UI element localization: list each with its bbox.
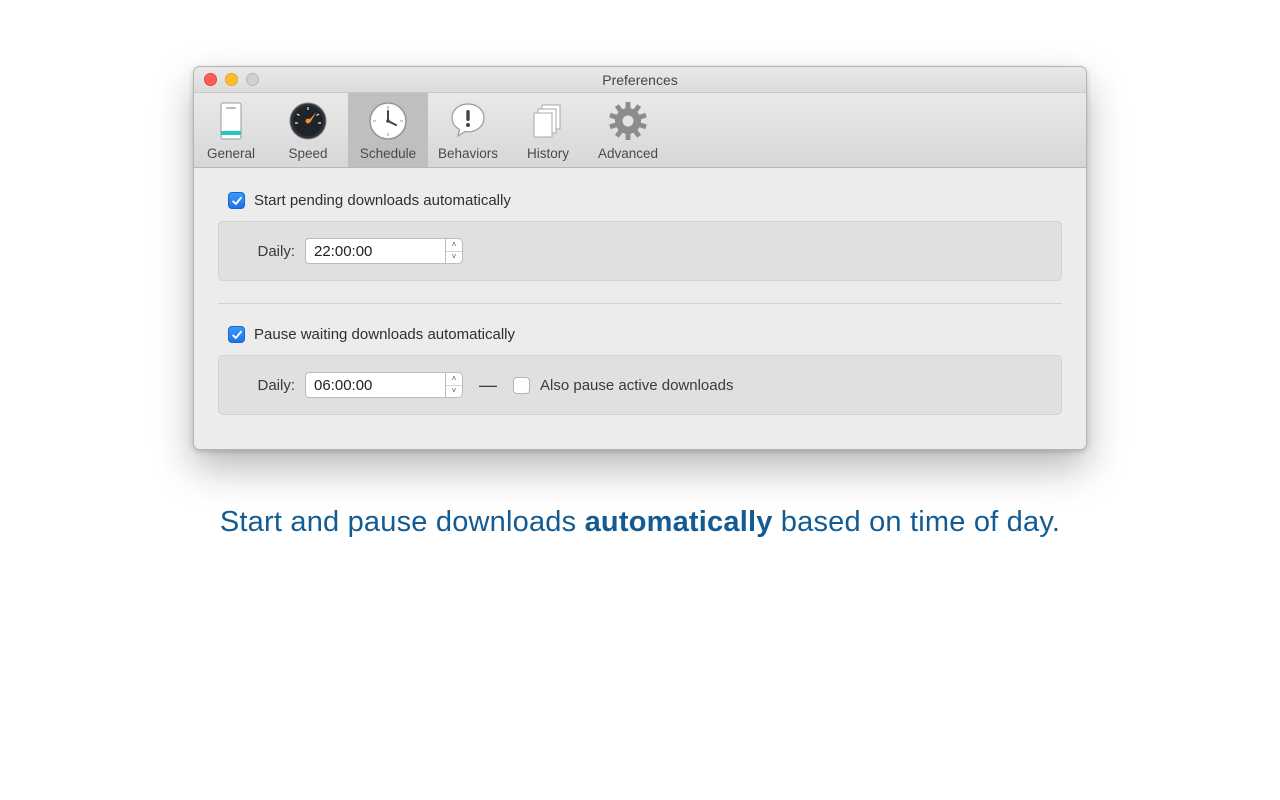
pause-waiting-label: Pause waiting downloads automatically: [254, 326, 515, 343]
caption-post: based on time of day.: [773, 506, 1061, 538]
exclamation-bubble-icon: [446, 99, 490, 143]
tab-history[interactable]: History: [508, 93, 588, 167]
stepper-up-icon[interactable]: ˄: [446, 239, 462, 252]
minimize-window-button[interactable]: [225, 73, 238, 86]
start-pending-checkbox-row[interactable]: Start pending downloads automatically: [228, 192, 1062, 209]
pause-waiting-checkbox-row[interactable]: Pause waiting downloads automatically: [228, 326, 1062, 343]
preferences-toolbar: General Speed: [194, 93, 1086, 168]
tab-speed[interactable]: Speed: [268, 93, 348, 167]
also-pause-checkbox[interactable]: [513, 377, 530, 394]
tab-label: Advanced: [598, 146, 658, 161]
stepper-down-icon[interactable]: ˅: [446, 386, 462, 398]
pause-waiting-checkbox[interactable]: [228, 326, 245, 343]
close-window-button[interactable]: [204, 73, 217, 86]
general-icon: [209, 99, 253, 143]
pause-time-stepper[interactable]: ˄ ˅: [445, 372, 463, 398]
tab-label: Behaviors: [438, 146, 498, 161]
tab-label: Speed: [288, 146, 327, 161]
documents-icon: [526, 99, 570, 143]
pause-section: Pause waiting downloads automatically Da…: [218, 326, 1062, 415]
start-inset: Daily: 22:00:00 ˄ ˅: [218, 221, 1062, 281]
caption-pre: Start and pause downloads: [220, 506, 585, 538]
start-time-field[interactable]: 22:00:00: [305, 238, 445, 264]
separator: [218, 303, 1062, 304]
stepper-up-icon[interactable]: ˄: [446, 373, 462, 386]
tab-label: History: [527, 146, 569, 161]
pause-inset: Daily: 06:00:00 ˄ ˅ — Also pause active …: [218, 355, 1062, 415]
zoom-window-button[interactable]: [246, 73, 259, 86]
preferences-window: Preferences General: [193, 66, 1087, 450]
stepper-down-icon[interactable]: ˅: [446, 252, 462, 264]
also-pause-label: Also pause active downloads: [540, 377, 733, 394]
marketing-caption: Start and pause downloads automatically …: [220, 506, 1060, 539]
tab-behaviors[interactable]: Behaviors: [428, 93, 508, 167]
tab-label: General: [207, 146, 255, 161]
tab-schedule[interactable]: Schedule: [348, 93, 428, 167]
tab-general[interactable]: General: [194, 93, 268, 167]
speed-icon: [286, 99, 330, 143]
pause-time-input[interactable]: 06:00:00 ˄ ˅: [305, 372, 463, 398]
caption-bold: automatically: [585, 506, 773, 538]
clock-icon: [366, 99, 410, 143]
start-daily-label: Daily:: [239, 243, 295, 260]
titlebar: Preferences: [194, 67, 1086, 93]
schedule-pane: Start pending downloads automatically Da…: [194, 168, 1086, 449]
pause-time-field[interactable]: 06:00:00: [305, 372, 445, 398]
start-section: Start pending downloads automatically Da…: [218, 192, 1062, 281]
dash-separator: —: [479, 375, 497, 396]
tab-advanced[interactable]: Advanced: [588, 93, 668, 167]
start-time-stepper[interactable]: ˄ ˅: [445, 238, 463, 264]
start-pending-checkbox[interactable]: [228, 192, 245, 209]
window-title: Preferences: [194, 72, 1086, 88]
start-time-input[interactable]: 22:00:00 ˄ ˅: [305, 238, 463, 264]
gear-icon: [606, 99, 650, 143]
tab-label: Schedule: [360, 146, 416, 161]
start-pending-label: Start pending downloads automatically: [254, 192, 511, 209]
pause-daily-label: Daily:: [239, 377, 295, 394]
traffic-lights: [204, 73, 259, 86]
